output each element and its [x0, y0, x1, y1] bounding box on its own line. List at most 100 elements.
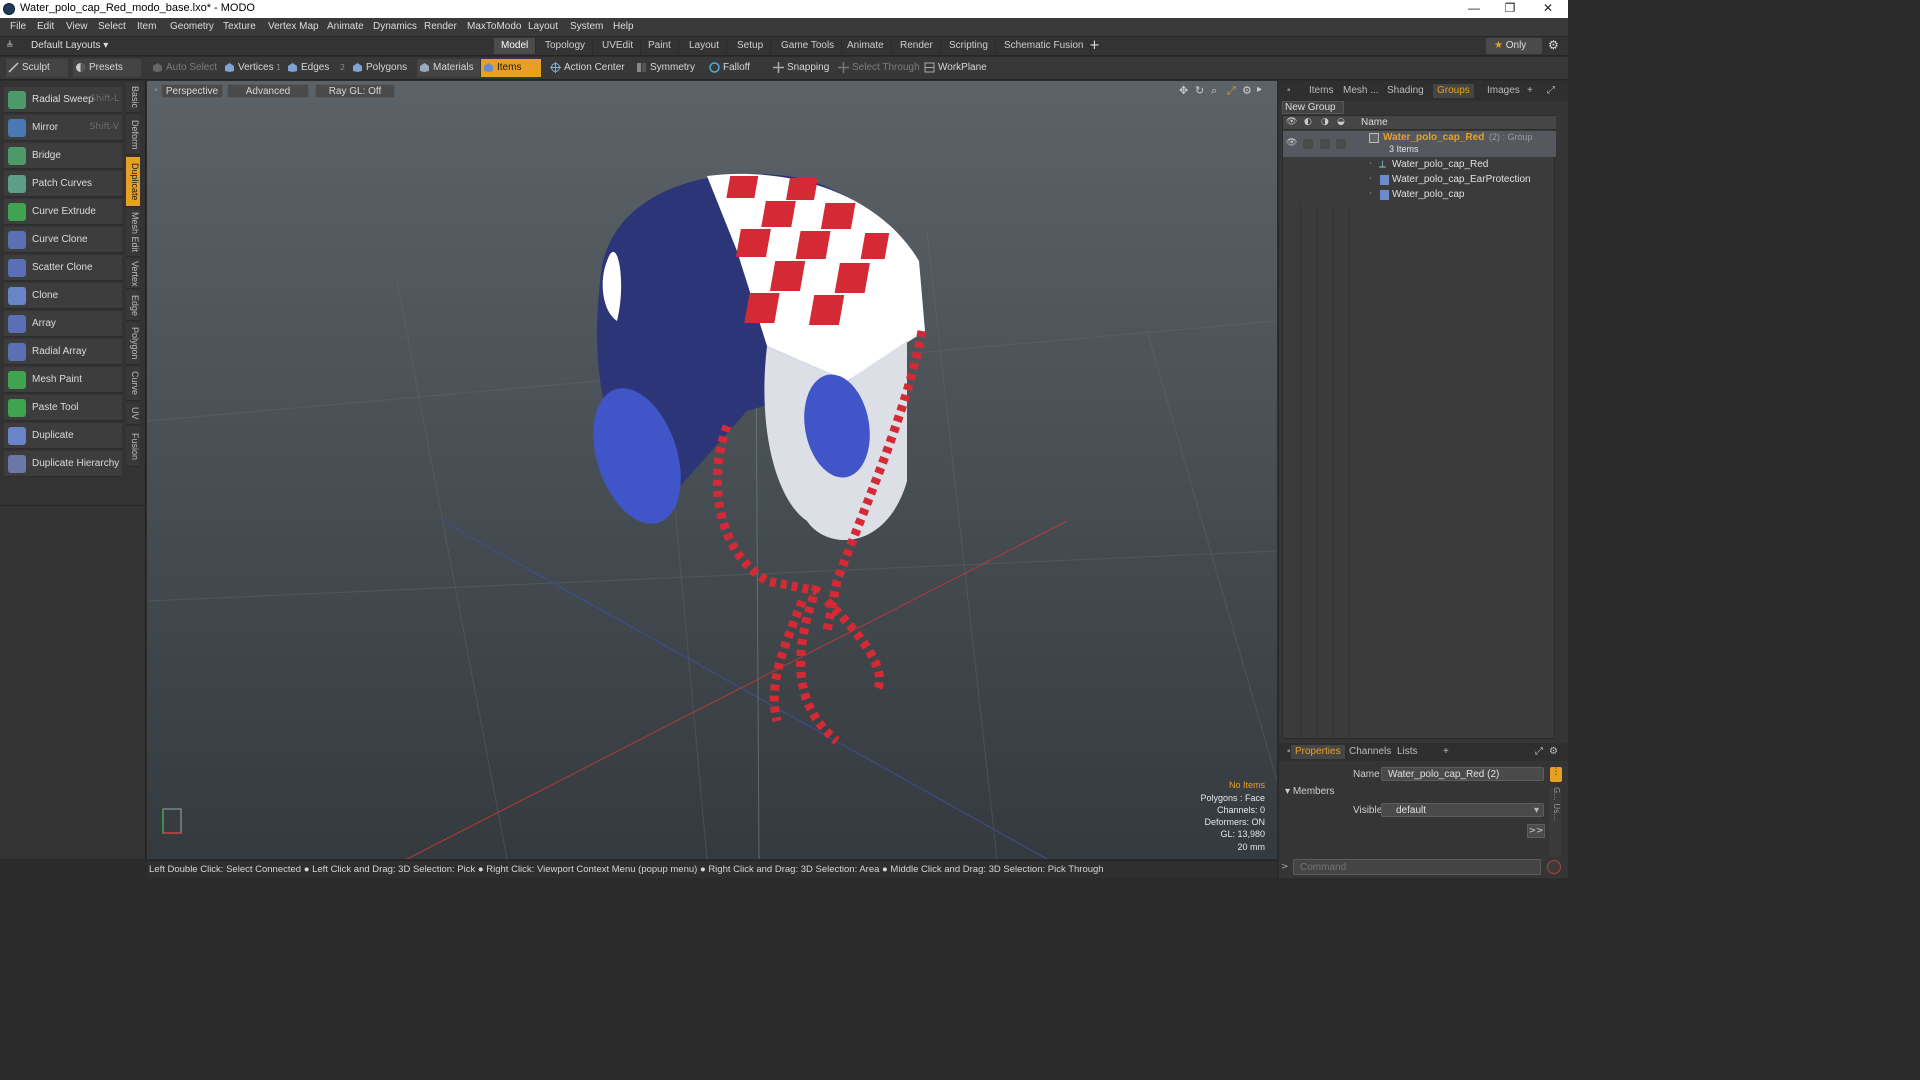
- falloff-button[interactable]: Falloff: [707, 59, 756, 77]
- visibility-column-icon[interactable]: 👁: [1286, 117, 1297, 127]
- shading-dropdown[interactable]: Advanced: [227, 84, 309, 98]
- side-tab-curve[interactable]: Curve: [126, 367, 140, 401]
- gear-icon[interactable]: ⚙: [1548, 38, 1559, 52]
- menu-system[interactable]: System: [570, 21, 603, 32]
- menu-item[interactable]: Item: [137, 21, 156, 32]
- add-properties-tab-icon[interactable]: +: [1439, 745, 1453, 759]
- render-column-icon[interactable]: ◐: [1304, 117, 1312, 127]
- menu-maxtomodo[interactable]: MaxToModo: [467, 21, 521, 32]
- command-record-icon[interactable]: [1547, 860, 1561, 874]
- side-tab-polygon[interactable]: Polygon: [126, 323, 140, 365]
- new-group-button[interactable]: New Group: [1282, 101, 1344, 114]
- zoom-view-icon[interactable]: ⌕: [1211, 84, 1217, 98]
- tab-layout[interactable]: Layout: [682, 38, 728, 54]
- menu-help[interactable]: Help: [613, 21, 634, 32]
- add-tab-button[interactable]: +: [1089, 38, 1100, 53]
- radial-sweep-tool[interactable]: Radial Sweep Shift-L: [4, 87, 122, 113]
- expand-panel-icon[interactable]: ⤢: [1543, 84, 1559, 98]
- radial-array-tool[interactable]: Radial Array: [4, 339, 122, 365]
- menu-vertex-map[interactable]: Vertex Map: [268, 21, 319, 32]
- tab-lists[interactable]: Lists: [1393, 745, 1422, 759]
- lock-column-icon[interactable]: ◑: [1321, 117, 1329, 127]
- list-item[interactable]: · Water_polo_cap: [1283, 188, 1556, 203]
- add-panel-tab-icon[interactable]: +: [1523, 84, 1537, 98]
- visible-dropdown[interactable]: default ▾: [1381, 803, 1544, 817]
- curve-extrude-tool[interactable]: Curve Extrude: [4, 199, 122, 225]
- tab-game-tools[interactable]: Game Tools: [774, 38, 843, 54]
- patch-curves-tool[interactable]: Patch Curves: [4, 171, 122, 197]
- edges-button[interactable]: Edges: [285, 59, 335, 77]
- menu-render[interactable]: Render: [424, 21, 457, 32]
- only-toggle[interactable]: ★ Only: [1486, 38, 1542, 54]
- tab-paint[interactable]: Paint: [641, 38, 679, 54]
- mesh-paint-tool[interactable]: Mesh Paint: [4, 367, 122, 393]
- polygons-button[interactable]: Polygons: [350, 59, 413, 77]
- tab-properties[interactable]: Properties: [1291, 745, 1345, 759]
- menu-layout[interactable]: Layout: [528, 21, 558, 32]
- tab-animate[interactable]: Animate: [840, 38, 892, 54]
- 3d-viewport[interactable]: ▪ Perspective Advanced Ray GL: Off ✥ ↻ ⌕…: [147, 81, 1277, 859]
- tab-topology[interactable]: Topology: [538, 38, 594, 54]
- tab-model[interactable]: Model: [494, 38, 537, 54]
- panel-menu-icon[interactable]: ▪: [1283, 84, 1295, 98]
- snapping-button[interactable]: Snapping: [771, 59, 835, 77]
- command-chevron-icon[interactable]: >: [1281, 862, 1289, 872]
- array-tool[interactable]: Array: [4, 311, 122, 337]
- list-item[interactable]: · ⟂ Water_polo_cap_Red: [1283, 158, 1556, 173]
- fit-view-icon[interactable]: ⤢: [1227, 84, 1236, 98]
- side-tab-vertex[interactable]: Vertex: [126, 259, 140, 289]
- viewport-expand-icon[interactable]: ▸: [1257, 84, 1262, 95]
- tab-uvedit[interactable]: UVEdit: [595, 38, 642, 54]
- vertices-button[interactable]: Vertices: [222, 59, 280, 77]
- duplicate-tool[interactable]: Duplicate: [4, 423, 122, 449]
- action-center-button[interactable]: Action Center: [548, 59, 631, 77]
- auto-select-button[interactable]: Auto Select: [150, 59, 223, 77]
- menu-animate[interactable]: Animate: [327, 21, 364, 32]
- group-visibility-icon[interactable]: 👁: [1286, 138, 1297, 148]
- group-lock-toggle[interactable]: [1319, 138, 1331, 150]
- tab-render[interactable]: Render: [893, 38, 941, 54]
- select-through-button[interactable]: Select Through: [836, 59, 926, 77]
- menu-edit[interactable]: Edit: [37, 21, 54, 32]
- menu-geometry[interactable]: Geometry: [170, 21, 214, 32]
- clone-tool[interactable]: Clone: [4, 283, 122, 309]
- group-select-toggle[interactable]: [1335, 138, 1347, 150]
- workplane-button[interactable]: WorkPlane: [922, 59, 993, 77]
- layout-collapse-icon[interactable]: ≜: [6, 41, 16, 51]
- side-tab-fusion[interactable]: Fusion: [126, 427, 140, 467]
- scatter-clone-tool[interactable]: Scatter Clone: [4, 255, 122, 281]
- tab-channels[interactable]: Channels: [1345, 745, 1395, 759]
- materials-button[interactable]: Materials: [417, 59, 480, 77]
- tab-items[interactable]: Items: [1305, 84, 1337, 98]
- sculpt-button[interactable]: Sculpt: [6, 59, 68, 77]
- side-strip-tabs[interactable]: G... Us...: [1549, 787, 1561, 857]
- tab-shading[interactable]: Shading: [1383, 84, 1428, 98]
- viewport-menu-dot[interactable]: ▪: [153, 84, 159, 98]
- mirror-tool[interactable]: Mirror Shift-V: [4, 115, 122, 141]
- side-tab-mesh-edit[interactable]: Mesh Edit: [126, 209, 140, 257]
- tab-schematic-fusion[interactable]: Schematic Fusion: [997, 38, 1092, 54]
- bridge-tool[interactable]: Bridge: [4, 143, 122, 169]
- tab-mesh[interactable]: Mesh ...: [1339, 84, 1383, 98]
- name-options-icon[interactable]: ⋮: [1550, 767, 1562, 782]
- rotate-view-icon[interactable]: ↻: [1195, 84, 1204, 97]
- perspective-dropdown[interactable]: Perspective: [161, 84, 223, 98]
- properties-gear-icon[interactable]: ⚙: [1545, 745, 1562, 759]
- menu-texture[interactable]: Texture: [223, 21, 256, 32]
- move-view-icon[interactable]: ✥: [1179, 84, 1188, 97]
- tab-groups[interactable]: Groups: [1433, 84, 1474, 98]
- tab-scripting[interactable]: Scripting: [942, 38, 996, 54]
- side-tab-uv[interactable]: UV: [126, 403, 140, 425]
- tab-images[interactable]: Images: [1483, 84, 1524, 98]
- menu-select[interactable]: Select: [98, 21, 126, 32]
- members-section[interactable]: ▾ Members: [1285, 786, 1335, 797]
- side-tab-edge[interactable]: Edge: [126, 291, 140, 321]
- side-tab-deform[interactable]: Deform: [126, 115, 140, 155]
- close-button[interactable]: ✕: [1530, 0, 1566, 18]
- items-button[interactable]: Items: [481, 59, 541, 77]
- raygl-toggle[interactable]: Ray GL: Off: [315, 84, 395, 98]
- duplicate-hierarchy-tool[interactable]: Duplicate Hierarchy: [4, 451, 122, 477]
- minimize-button[interactable]: —: [1456, 0, 1492, 18]
- symmetry-button[interactable]: Symmetry: [634, 59, 701, 77]
- viewport-settings-icon[interactable]: ⚙: [1242, 84, 1252, 97]
